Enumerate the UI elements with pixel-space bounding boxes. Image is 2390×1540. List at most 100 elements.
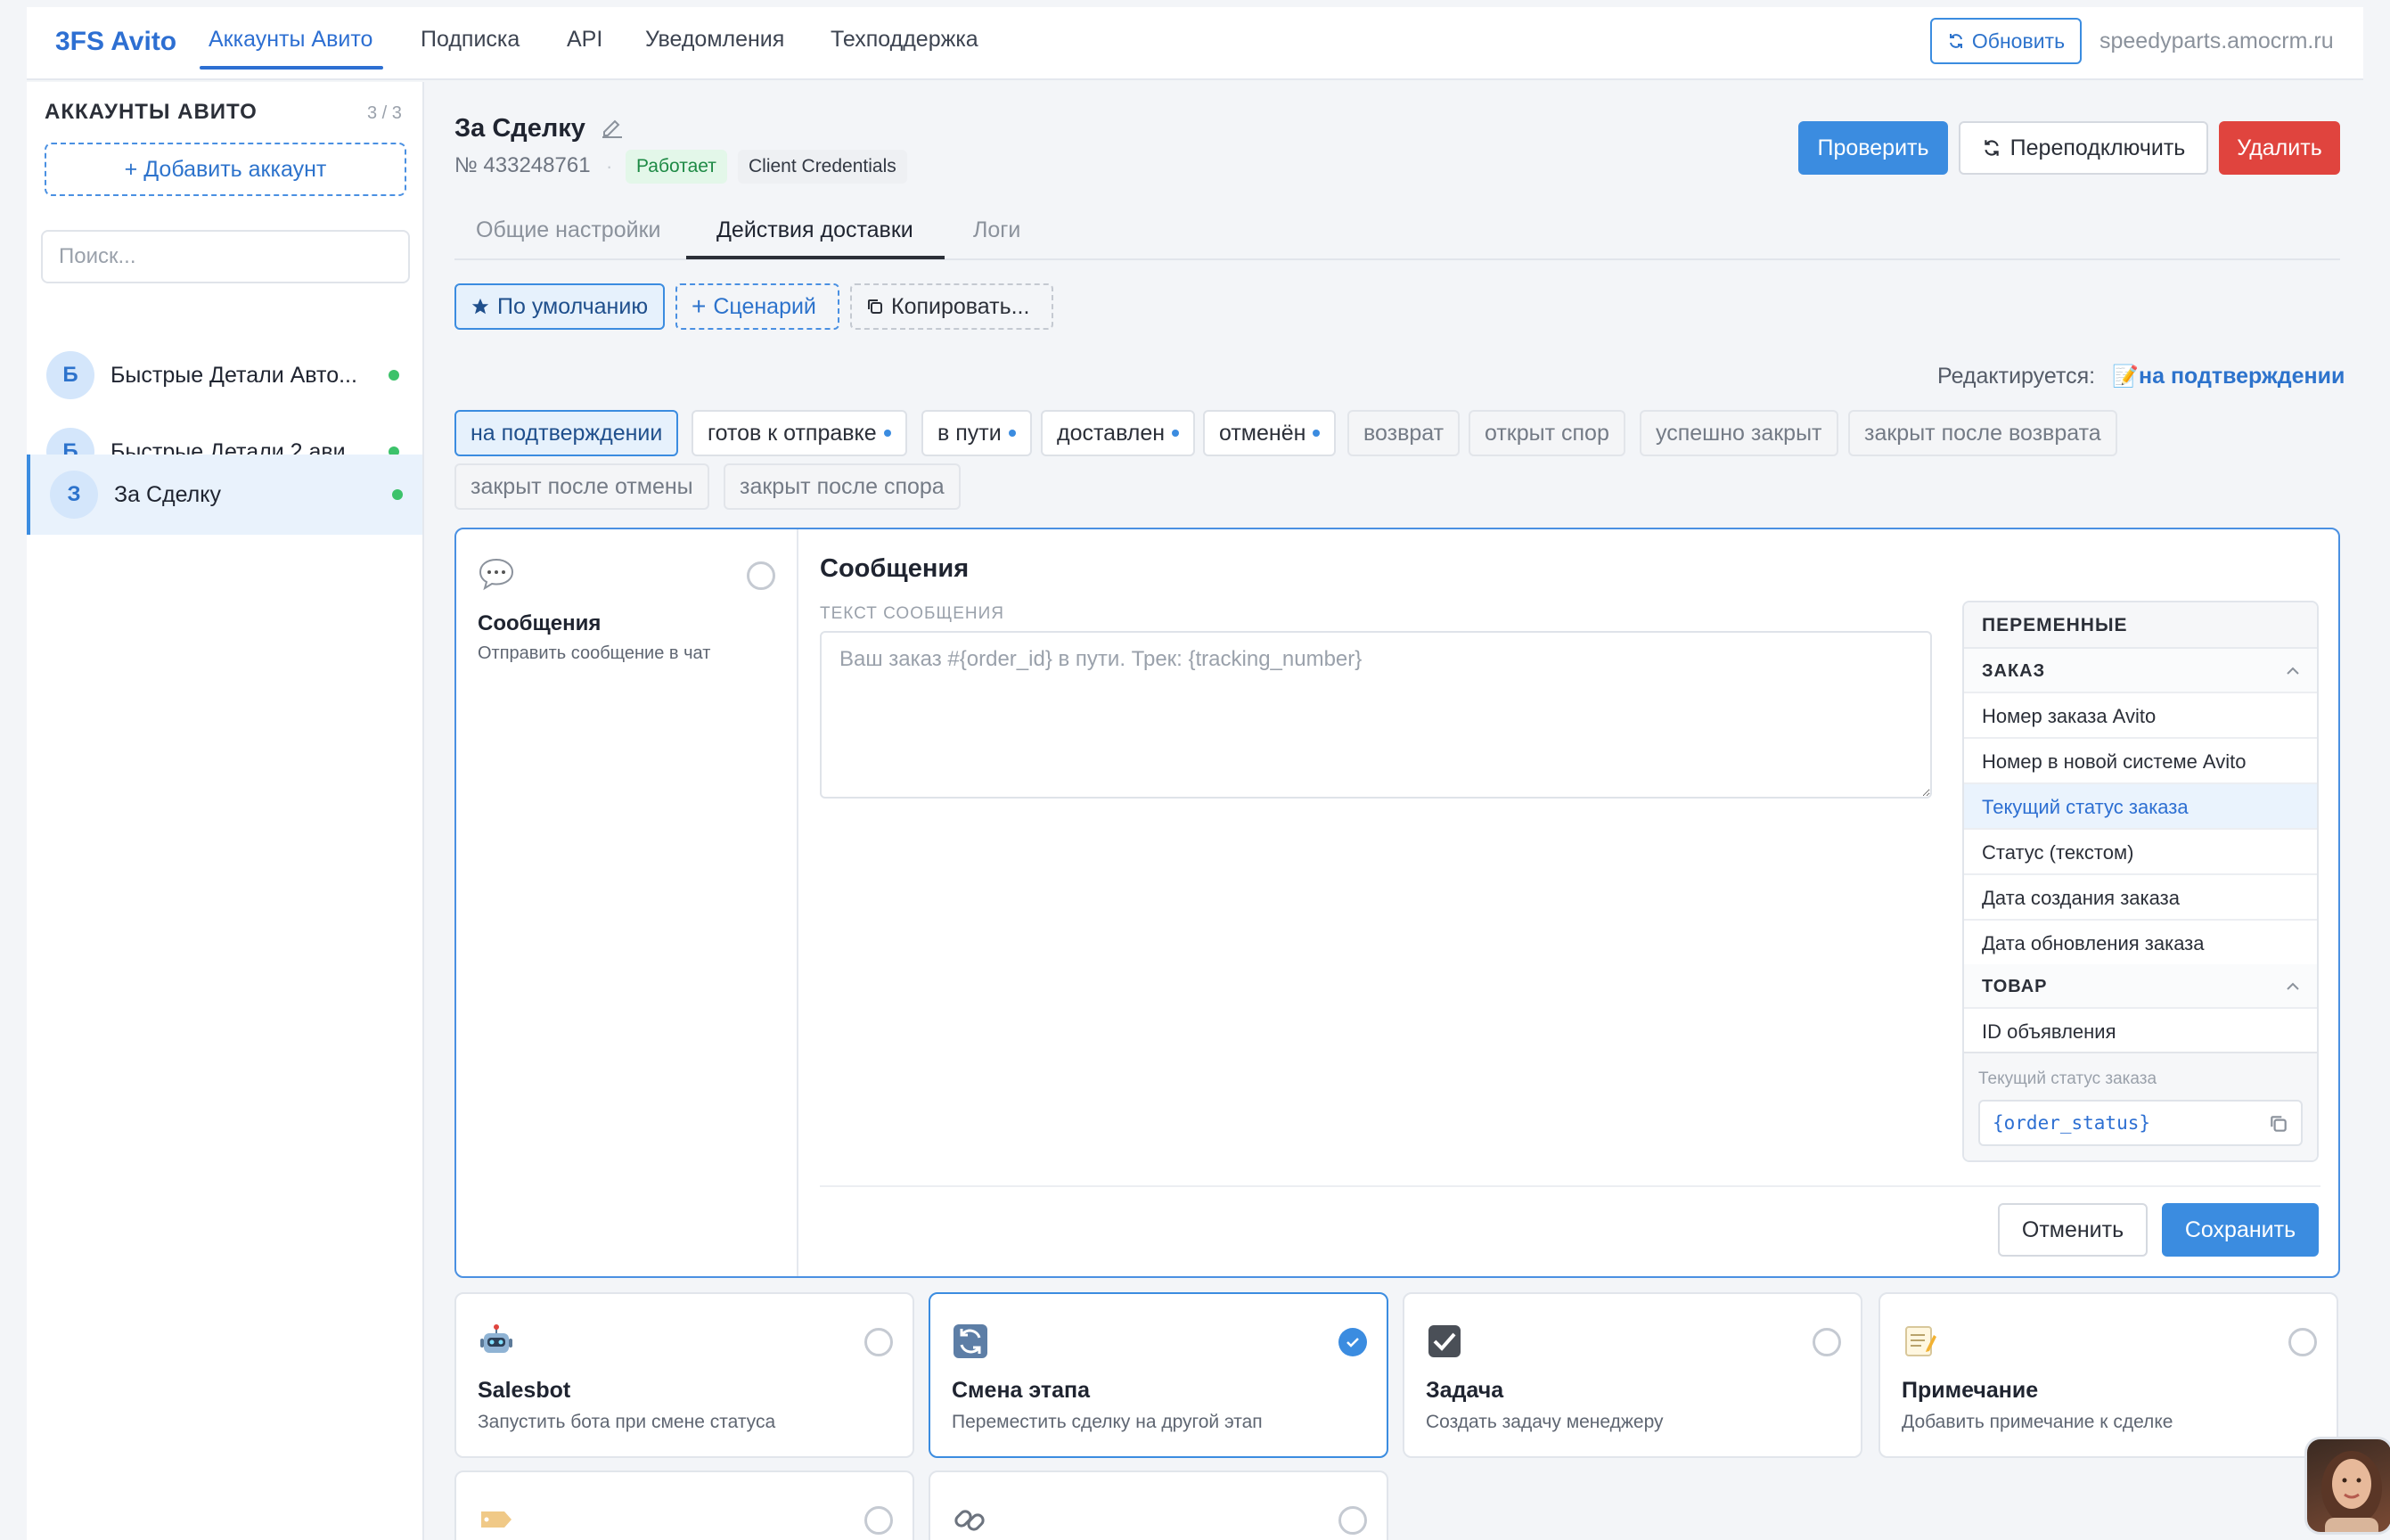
copy-icon[interactable] <box>2269 1114 2288 1134</box>
variable-item[interactable]: Номер в новой системе Avito <box>1964 739 2317 784</box>
check-button[interactable]: Проверить <box>1798 121 1948 175</box>
status-tab-in-transit[interactable]: в пути <box>921 410 1032 456</box>
refresh-icon <box>954 1324 987 1358</box>
sidebar-item-account-1[interactable]: Б Быстрые Детали Авто... <box>27 337 422 414</box>
status-label: закрыт после возврата <box>1864 420 2101 446</box>
page-title: За Сделку <box>454 114 585 143</box>
action-radio[interactable] <box>864 1506 893 1535</box>
support-agent-avatar-icon <box>2321 1451 2382 1532</box>
status-tab-ready-to-ship[interactable]: готов к отправке <box>692 410 907 456</box>
variable-item[interactable]: ID объявления <box>1964 1009 2317 1054</box>
status-tab-closed-after-return[interactable]: закрыт после возврата <box>1848 410 2117 456</box>
status-tab-delivered[interactable]: доставлен <box>1041 410 1196 456</box>
status-tab-cancelled[interactable]: отменён <box>1203 410 1337 456</box>
status-badge: Работает <box>626 150 727 184</box>
check-icon <box>1346 1338 1359 1348</box>
nav-active-indicator <box>200 66 383 70</box>
separator-dot: · <box>606 155 613 177</box>
status-label: закрыт после отмены <box>471 473 693 499</box>
variables-group-product[interactable]: ТОВАР <box>1964 964 2317 1009</box>
sidebar-item-account-3[interactable]: З За Сделку <box>27 455 422 535</box>
tab-general-settings[interactable]: Общие настройки <box>476 217 660 243</box>
configured-dot <box>1008 430 1016 437</box>
status-tab-dispute-open[interactable]: открыт спор <box>1469 410 1625 456</box>
chevron-up-icon <box>2287 667 2299 675</box>
variable-item[interactable]: Номер заказа Avito <box>1964 693 2317 739</box>
message-text-label: ТЕКСТ СООБЩЕНИЯ <box>820 604 1005 623</box>
nav-notifications[interactable]: Уведомления <box>645 27 784 53</box>
status-label: доставлен <box>1057 420 1166 446</box>
add-scenario-label: Сценарий <box>713 293 816 319</box>
default-scenario-button[interactable]: По умолчанию <box>454 283 665 330</box>
variable-item[interactable]: Статус (текстом) <box>1964 830 2317 875</box>
action-subtitle: Создать задачу менеджеру <box>1426 1412 1664 1432</box>
variable-item[interactable]: Дата создания заказа <box>1964 875 2317 921</box>
add-scenario-button[interactable]: + Сценарий <box>675 283 839 330</box>
add-account-button[interactable]: + Добавить аккаунт <box>45 143 406 196</box>
action-card-task[interactable]: Задача Создать задачу менеджеру <box>1403 1292 1862 1458</box>
message-text-input[interactable] <box>820 631 1932 799</box>
action-title: Сообщения <box>478 611 602 635</box>
status-label: готов к отправке <box>708 420 877 446</box>
status-tab-closed-after-dispute[interactable]: закрыт после спора <box>724 463 961 510</box>
variables-group-order[interactable]: ЗАКАЗ <box>1964 649 2317 693</box>
action-title: Смена этапа <box>952 1378 1091 1403</box>
status-tab-closed-after-cancel[interactable]: закрыт после отмены <box>454 463 709 510</box>
action-card-stage-change[interactable]: Смена этапа Переместить сделку на другой… <box>929 1292 1388 1458</box>
editing-status: на подтверждении <box>2139 364 2345 389</box>
edit-icon[interactable] <box>599 114 626 141</box>
action-card-tag[interactable] <box>454 1470 914 1540</box>
status-tab-closed-successfully[interactable]: успешно закрыт <box>1640 410 1838 456</box>
action-card-link[interactable] <box>929 1470 1388 1540</box>
action-radio[interactable] <box>1813 1328 1841 1356</box>
tab-delivery-actions[interactable]: Действия доставки <box>716 217 913 243</box>
action-card-salesbot[interactable]: Salesbot Запустить бота при смене статус… <box>454 1292 914 1458</box>
robot-icon <box>480 1324 512 1353</box>
status-label: открыт спор <box>1485 420 1609 446</box>
copy-scenario-button[interactable]: Копировать... <box>850 283 1053 330</box>
online-status-dot <box>392 489 403 500</box>
avatar: З <box>50 471 98 519</box>
memo-icon <box>1905 1326 1936 1356</box>
action-subtitle: Запустить бота при смене статуса <box>478 1412 776 1432</box>
default-scenario-label: По умолчанию <box>497 293 649 319</box>
variable-code[interactable]: {order_status} <box>1978 1100 2303 1146</box>
status-tab-awaiting-confirmation[interactable]: на подтверждении <box>454 410 679 456</box>
variables-panel: ПЕРЕМЕННЫЕ ЗАКАЗ Номер заказа Avito Номе… <box>1962 601 2319 1162</box>
nav-support[interactable]: Техподдержка <box>831 27 978 53</box>
variable-item-selected[interactable]: Текущий статус заказа <box>1964 784 2317 830</box>
account-name: Быстрые Детали Авто... <box>110 362 357 388</box>
status-tab-return[interactable]: возврат <box>1347 410 1461 456</box>
group-label: ТОВАР <box>1982 977 2048 996</box>
status-label: в пути <box>937 420 1002 446</box>
refresh-button[interactable]: Обновить <box>1930 18 2082 64</box>
account-number: № 433248761 <box>454 153 591 177</box>
action-radio[interactable] <box>1338 1506 1367 1535</box>
save-button[interactable]: Сохранить <box>2162 1203 2319 1257</box>
reconnect-button[interactable]: Переподключить <box>1959 121 2208 175</box>
action-selected-check[interactable] <box>1338 1328 1367 1356</box>
message-action-summary[interactable]: Сообщения Отправить сообщение в чат <box>456 529 798 1276</box>
delete-button[interactable]: Удалить <box>2219 121 2340 175</box>
tab-logs[interactable]: Логи <box>973 217 1020 243</box>
action-radio[interactable] <box>2288 1328 2317 1356</box>
search-input[interactable] <box>41 230 410 283</box>
support-chat-avatar[interactable] <box>2304 1437 2390 1535</box>
action-card-note[interactable]: Примечание Добавить примечание к сделке <box>1878 1292 2338 1458</box>
status-label: отменён <box>1219 420 1306 446</box>
editor-title: Сообщения <box>820 554 970 583</box>
nav-api[interactable]: API <box>567 27 602 53</box>
variable-item[interactable]: Дата обновления заказа <box>1964 921 2317 966</box>
app-logo[interactable]: 3FS Avito <box>55 27 176 57</box>
action-radio[interactable] <box>747 561 775 590</box>
auth-type-badge: Client Credentials <box>738 150 907 184</box>
message-action-card: Сообщения Отправить сообщение в чат Сооб… <box>454 528 2340 1278</box>
cancel-button[interactable]: Отменить <box>1998 1203 2148 1257</box>
variable-preview: Текущий статус заказа {order_status} <box>1964 1052 2317 1160</box>
nav-accounts[interactable]: Аккаунты Авито <box>209 27 372 53</box>
status-label: успешно закрыт <box>1656 420 1822 446</box>
nav-subscription[interactable]: Подписка <box>421 27 520 53</box>
footer-divider <box>820 1185 2320 1187</box>
action-subtitle: Отправить сообщение в чат <box>478 643 711 663</box>
action-radio[interactable] <box>864 1328 893 1356</box>
